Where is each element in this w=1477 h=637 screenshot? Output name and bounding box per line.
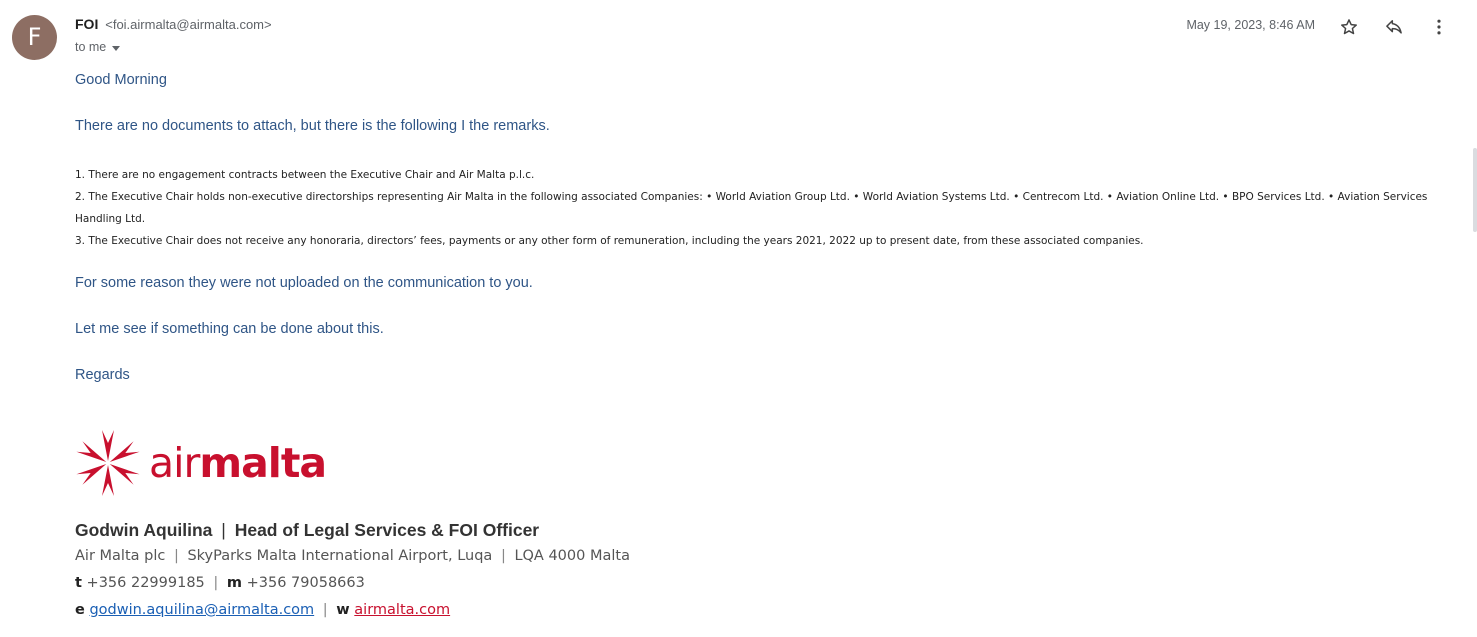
- recipient-label: to me: [75, 40, 107, 54]
- reply-button[interactable]: [1383, 16, 1405, 38]
- star-icon: [1341, 19, 1357, 35]
- separator: |: [221, 520, 226, 540]
- tel-number: +356 22999185: [86, 575, 205, 591]
- website-link[interactable]: airmalta.com: [354, 602, 450, 618]
- sender-avatar[interactable]: F: [12, 15, 57, 60]
- message-date: May 19, 2023, 8:46 AM: [1186, 18, 1315, 32]
- company-postcode: LQA 4000 Malta: [514, 548, 630, 564]
- signature-name: Godwin Aquilina: [75, 520, 213, 540]
- sender-info: FOI <foi.airmalta@airmalta.com>: [75, 16, 272, 32]
- remark-item: 2. The Executive Chair holds non-executi…: [75, 191, 1428, 225]
- email-label: e: [75, 602, 85, 618]
- intro-text: There are no documents to attach, but th…: [75, 118, 550, 134]
- reason-text: For some reason they were not uploaded o…: [75, 275, 533, 291]
- remarks-list: 1. There are no engagement contracts bet…: [75, 164, 1445, 252]
- company-address: SkyParks Malta International Airport, Lu…: [187, 548, 493, 564]
- greeting-text: Good Morning: [75, 72, 167, 88]
- signature-title: Head of Legal Services & FOI Officer: [234, 520, 540, 540]
- web-label: w: [336, 602, 350, 618]
- more-options-button[interactable]: [1428, 16, 1450, 38]
- sender-email: <foi.airmalta@airmalta.com>: [105, 17, 272, 32]
- logo-wordmark: airmalta: [149, 439, 327, 487]
- scrollbar-thumb[interactable]: [1473, 148, 1477, 232]
- follow-up-text: Let me see if something can be done abou…: [75, 321, 384, 337]
- sender-name[interactable]: FOI: [75, 16, 98, 32]
- reply-icon: [1386, 20, 1402, 34]
- airmalta-logo: airmalta: [75, 430, 327, 496]
- more-vert-icon: [1437, 19, 1441, 35]
- email-link[interactable]: godwin.aquilina@airmalta.com: [89, 602, 314, 618]
- signature-phone-line: t +356 22999185 | m +356 79058663: [75, 575, 365, 591]
- maltese-star-icon: [76, 430, 140, 496]
- mobile-number: +356 79058663: [246, 575, 365, 591]
- company-name: Air Malta plc: [75, 548, 166, 564]
- regards-text: Regards: [75, 367, 130, 383]
- chevron-down-icon[interactable]: [112, 45, 121, 51]
- signature-company-line: Air Malta plc | SkyParks Malta Internati…: [75, 548, 630, 564]
- signature-contact-line: e godwin.aquilina@airmalta.com | w airma…: [75, 602, 451, 618]
- remark-item: 1. There are no engagement contracts bet…: [75, 169, 535, 181]
- remark-item: 3. The Executive Chair does not receive …: [75, 235, 1144, 247]
- recipient-details-toggle[interactable]: to me: [75, 40, 121, 54]
- signature-name-line: Godwin Aquilina | Head of Legal Services…: [75, 520, 539, 541]
- tel-label: t: [75, 575, 82, 591]
- mobile-label: m: [226, 575, 243, 591]
- star-button[interactable]: [1338, 16, 1360, 38]
